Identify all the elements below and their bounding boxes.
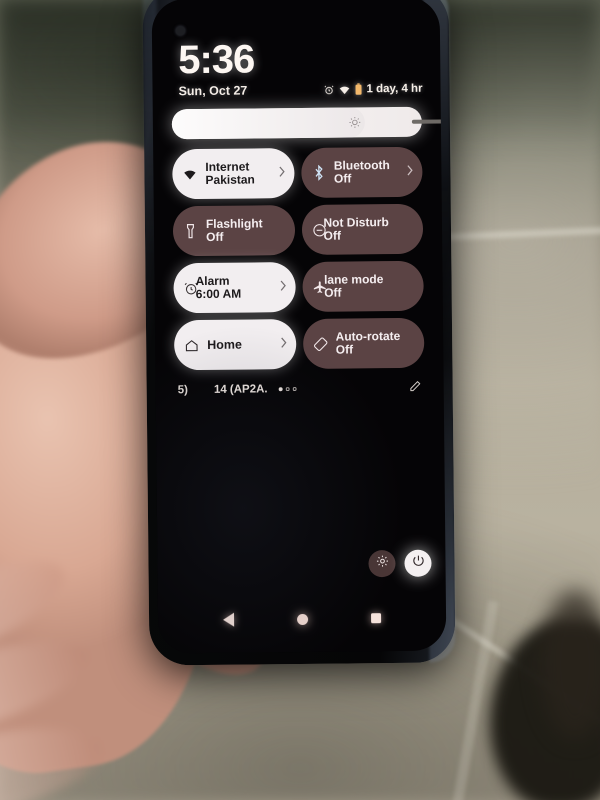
recents-icon[interactable]: [370, 613, 381, 624]
home-circle-icon[interactable]: [297, 613, 309, 625]
qs-tile-title: Bluetooth: [333, 158, 390, 173]
qs-tile-alarm[interactable]: Alarm 6:00 AM: [173, 262, 296, 314]
qs-tile-internet[interactable]: Internet Pakistan: [172, 148, 295, 200]
qs-tile-flashlight[interactable]: Flashlight Off: [172, 205, 295, 257]
gear-icon: [375, 554, 389, 573]
qs-tile-title: Not Disturb: [323, 215, 389, 230]
quick-settings-panel: 5:36 Sun, Oct 27 1 day, 4 hr Internet Pa…: [152, 0, 447, 430]
qs-tile-home[interactable]: Home: [173, 319, 296, 371]
qs-tile-label: Alarm 6:00 AM: [195, 274, 241, 301]
brightness-slider[interactable]: [171, 106, 447, 140]
power-icon: [411, 554, 425, 573]
chevron-right-icon[interactable]: [279, 278, 286, 296]
pencil-icon[interactable]: [409, 380, 422, 396]
bluetooth-icon: [310, 164, 327, 181]
chevron-right-icon[interactable]: [278, 164, 285, 182]
brightness-icon: [348, 116, 361, 129]
qs-tile-subtitle: Off: [333, 171, 352, 186]
qs-tile-subtitle: Off: [324, 285, 342, 300]
page-dot: [286, 387, 290, 391]
quick-settings-tiles: Internet Pakistan Bluetooth Off Flashlig…: [172, 146, 425, 371]
back-icon[interactable]: [223, 612, 235, 627]
qs-tile-bluetooth[interactable]: Bluetooth Off: [300, 146, 423, 198]
qs-tile-title: lane mode: [323, 272, 384, 287]
qs-tile-title: Flashlight: [205, 216, 263, 231]
qs-tile-subtitle: Off: [205, 229, 224, 244]
chevron-right-icon[interactable]: [280, 335, 287, 353]
battery-estimate-text: 1 day, 4 hr: [366, 82, 423, 96]
battery-icon: [354, 83, 362, 95]
status-date: Sun, Oct 27: [178, 83, 248, 99]
status-row: Sun, Oct 27 1 day, 4 hr: [178, 82, 426, 99]
brightness-fill: [171, 107, 365, 140]
qs-tile-subtitle: Off: [335, 342, 354, 357]
system-icons: 1 day, 4 hr: [323, 83, 426, 96]
qs-tile-label: Bluetooth Off: [334, 159, 390, 186]
qs-tile-label: lane mode Off: [324, 273, 384, 300]
chevron-right-icon[interactable]: [406, 163, 413, 181]
wifi-icon: [338, 84, 350, 95]
phone-screen: 5:36 Sun, Oct 27 1 day, 4 hr Internet Pa…: [151, 0, 447, 654]
qs-tile-auto-rotate[interactable]: Auto-rotate Off: [302, 317, 425, 369]
footer-left-text: 5): [177, 384, 188, 397]
footer-build-text: 14 (AP2A.: [214, 383, 297, 396]
navigation-bar: [158, 600, 446, 637]
qs-tile-title: Auto-rotate: [335, 329, 401, 344]
page-dot-active: [278, 387, 283, 392]
qs-tile-airplane-mode[interactable]: lane mode Off: [301, 260, 424, 312]
qs-tile-title: Home: [207, 337, 243, 352]
phone-device: 5:36 Sun, Oct 27 1 day, 4 hr Internet Pa…: [142, 0, 456, 666]
qs-tile-subtitle: Pakistan: [205, 172, 255, 187]
photo-scene: 5:36 Sun, Oct 27 1 day, 4 hr Internet Pa…: [0, 0, 600, 800]
qs-tile-do-not-disturb[interactable]: Not Disturb Off: [301, 203, 424, 255]
page-indicator-dots[interactable]: [278, 387, 297, 392]
status-clock: 5:36: [177, 37, 255, 83]
quick-settings-footer: 5) 14 (AP2A.: [178, 377, 422, 402]
qs-tile-subtitle: 6:00 AM: [195, 286, 242, 302]
qs-tile-label: Auto-rotate Off: [336, 330, 401, 358]
flashlight-icon: [182, 223, 199, 240]
auto-rotate-icon: [312, 335, 329, 352]
panel-bottom-buttons: [368, 549, 432, 578]
qs-tile-label: Not Disturb Off: [323, 216, 389, 244]
page-dot: [293, 387, 297, 391]
qs-tile-label: Flashlight Off: [206, 217, 263, 244]
power-button[interactable]: [404, 549, 432, 577]
qs-tile-label: Internet Pakistan: [205, 160, 255, 187]
qs-tile-subtitle: Off: [323, 228, 341, 243]
home-icon: [183, 337, 200, 354]
wifi-icon: [181, 166, 198, 183]
build-label: 14 (AP2A.: [213, 383, 268, 396]
alarm-icon: [323, 84, 334, 95]
settings-button[interactable]: [368, 550, 396, 578]
qs-tile-label: Home: [207, 338, 242, 352]
